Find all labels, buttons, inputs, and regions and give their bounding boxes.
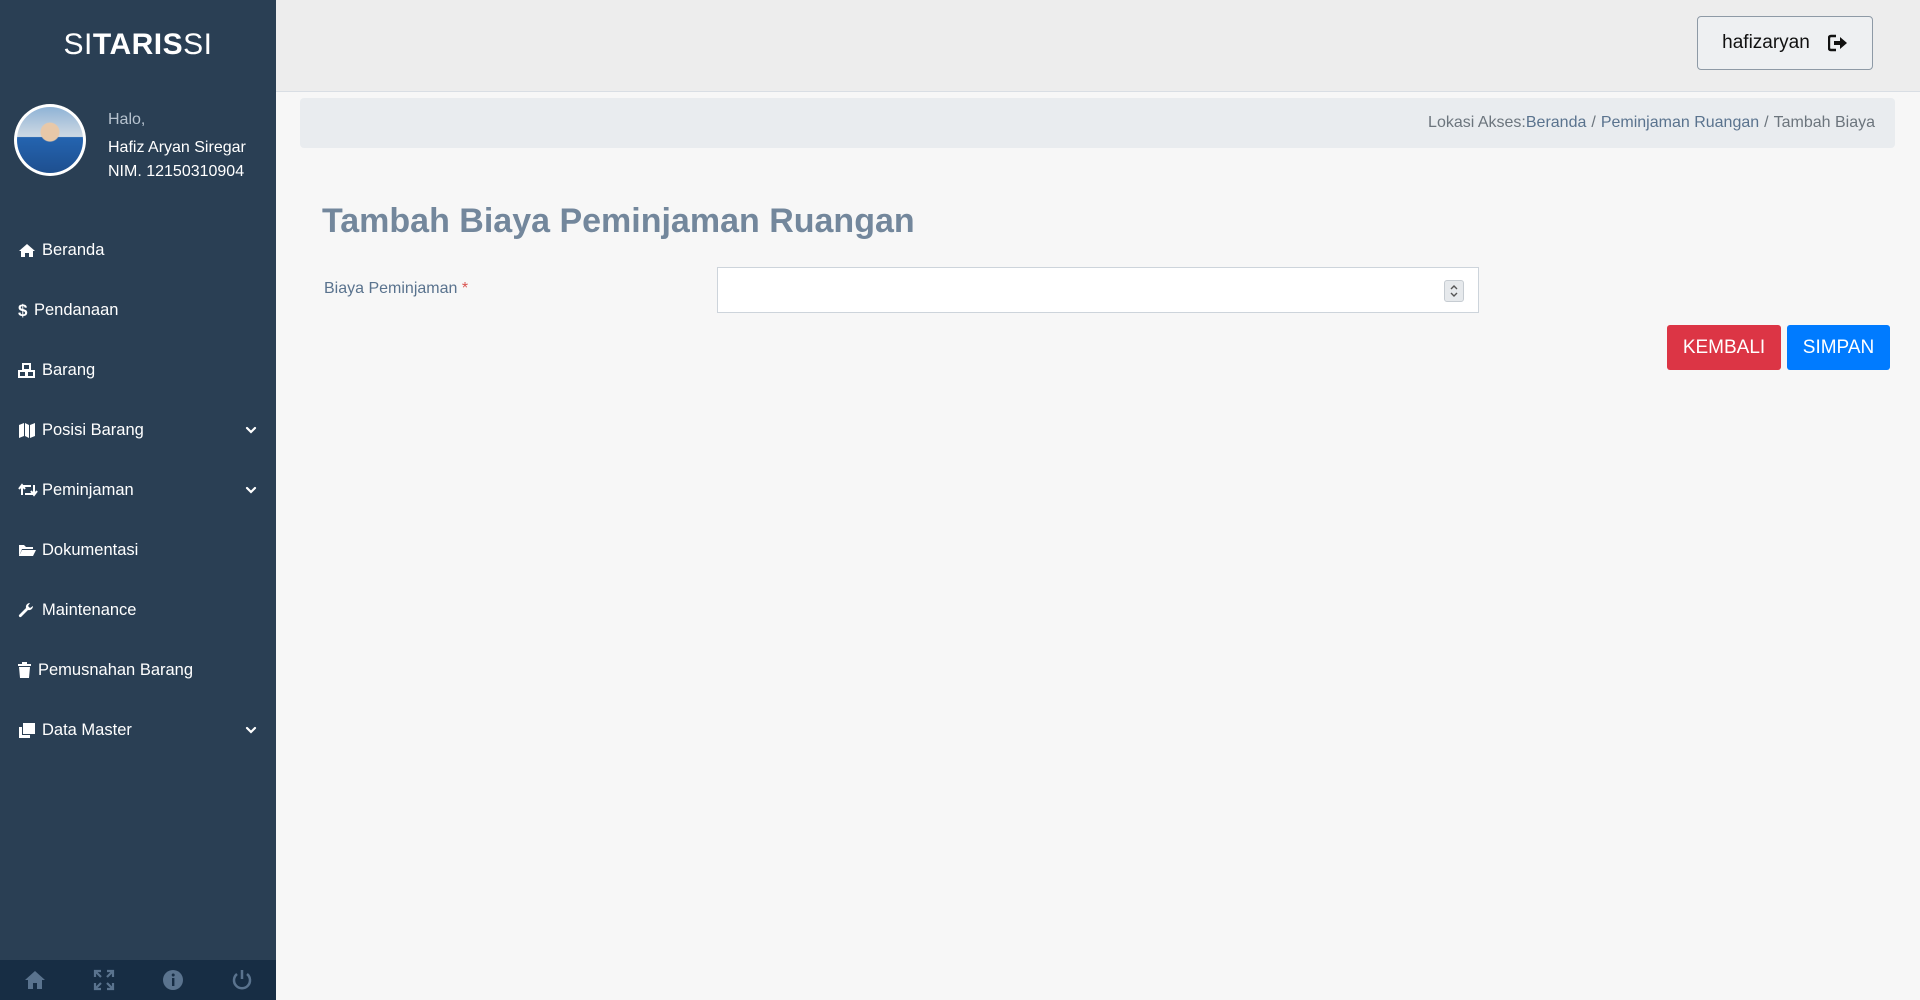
sidebar-item-dokumentasi[interactable]: Dokumentasi (0, 520, 276, 580)
required-mark: * (461, 280, 469, 297)
chevron-down-icon (245, 486, 257, 494)
cubes-icon (18, 362, 38, 378)
info-icon[interactable] (161, 968, 185, 992)
brand-part1: SI (63, 28, 93, 61)
breadcrumb-peminjaman-ruangan[interactable]: Peminjaman Ruangan (1601, 114, 1759, 132)
sidebar-item-label: Posisi Barang (42, 420, 144, 439)
sidebar-item-label: Beranda (42, 240, 105, 259)
home-icon[interactable] (23, 968, 47, 992)
clone-icon (18, 722, 38, 738)
trash-icon (18, 662, 34, 678)
breadcrumb-separator: / (1591, 114, 1596, 131)
biaya-peminjaman-input[interactable] (718, 268, 1478, 312)
sidebar-item-beranda[interactable]: Beranda (0, 220, 276, 280)
brand-part2: SI (183, 28, 213, 61)
username-label: hafizaryan (1722, 32, 1810, 53)
sidebar-item-posisi-barang[interactable]: Posisi Barang (0, 400, 276, 460)
sidebar-item-label: Data Master (42, 720, 132, 739)
sidebar-item-label: Barang (42, 360, 96, 379)
avatar (14, 104, 86, 176)
chevron-down-icon (245, 726, 257, 734)
sidebar-item-label: Dokumentasi (42, 540, 139, 559)
brand-bold: TARIS (92, 28, 184, 61)
page-title: Tambah Biaya Peminjaman Ruangan (322, 202, 915, 240)
kembali-button[interactable]: KEMBALI (1667, 325, 1781, 370)
sidebar-item-label: Pendanaan (34, 300, 119, 319)
svg-text:$: $ (18, 302, 28, 319)
top-navbar: hafizaryan (276, 0, 1920, 92)
sidebar-item-pemusnahan-barang[interactable]: Pemusnahan Barang (0, 640, 276, 700)
sidebar: SI TARIS SI Halo, Hafiz Aryan Siregar NIM… (0, 0, 276, 1000)
breadcrumb-prefix: Lokasi Akses: (1428, 114, 1526, 131)
power-icon[interactable] (230, 968, 254, 992)
brand-logo[interactable]: SI TARIS SI (0, 0, 276, 90)
profile: Halo, Hafiz Aryan Siregar NIM. 121503109… (0, 90, 276, 210)
profile-name: Hafiz Aryan Siregar (108, 139, 246, 156)
sidebar-item-barang[interactable]: Barang (0, 340, 276, 400)
breadcrumb-beranda[interactable]: Beranda (1526, 114, 1587, 132)
spinner-arrows-icon (1450, 285, 1458, 297)
wrench-icon (18, 602, 38, 618)
sidebar-item-pendanaan[interactable]: $ Pendanaan (0, 280, 276, 340)
profile-nim: NIM. 12150310904 (108, 163, 245, 180)
breadcrumb-separator: / (1764, 114, 1769, 131)
sidebar-item-data-master[interactable]: Data Master (0, 700, 276, 760)
sidebar-item-peminjaman[interactable]: Peminjaman (0, 460, 276, 520)
sidebar-menu: Beranda $ Pendanaan Barang Posisi Barang (0, 220, 276, 760)
user-logout-button[interactable]: hafizaryan (1697, 16, 1873, 70)
simpan-button[interactable]: SIMPAN (1787, 325, 1890, 370)
map-icon (18, 422, 38, 438)
sidebar-item-maintenance[interactable]: Maintenance (0, 580, 276, 640)
dollar-icon: $ (18, 302, 30, 319)
sidebar-item-label: Pemusnahan Barang (38, 660, 194, 679)
number-spinner[interactable] (1444, 280, 1464, 302)
profile-greeting: Halo, (108, 111, 146, 128)
biaya-peminjaman-label-text: Biaya Peminjaman (324, 280, 458, 297)
biaya-peminjaman-label: Biaya Peminjaman * (324, 280, 468, 298)
sidebar-item-label: Peminjaman (42, 480, 134, 499)
sidebar-footer (0, 960, 276, 1000)
biaya-peminjaman-field (717, 267, 1479, 313)
home-icon (18, 242, 38, 258)
chevron-down-icon (245, 426, 257, 434)
folder-open-icon (18, 542, 38, 558)
retweet-icon (18, 482, 38, 498)
sidebar-item-label: Maintenance (42, 600, 137, 619)
breadcrumb: Lokasi Akses: Beranda / Peminjaman Ruang… (300, 98, 1895, 148)
sign-out-icon (1827, 34, 1847, 52)
breadcrumb-current: Tambah Biaya (1773, 114, 1875, 131)
fullscreen-icon[interactable] (92, 968, 116, 992)
